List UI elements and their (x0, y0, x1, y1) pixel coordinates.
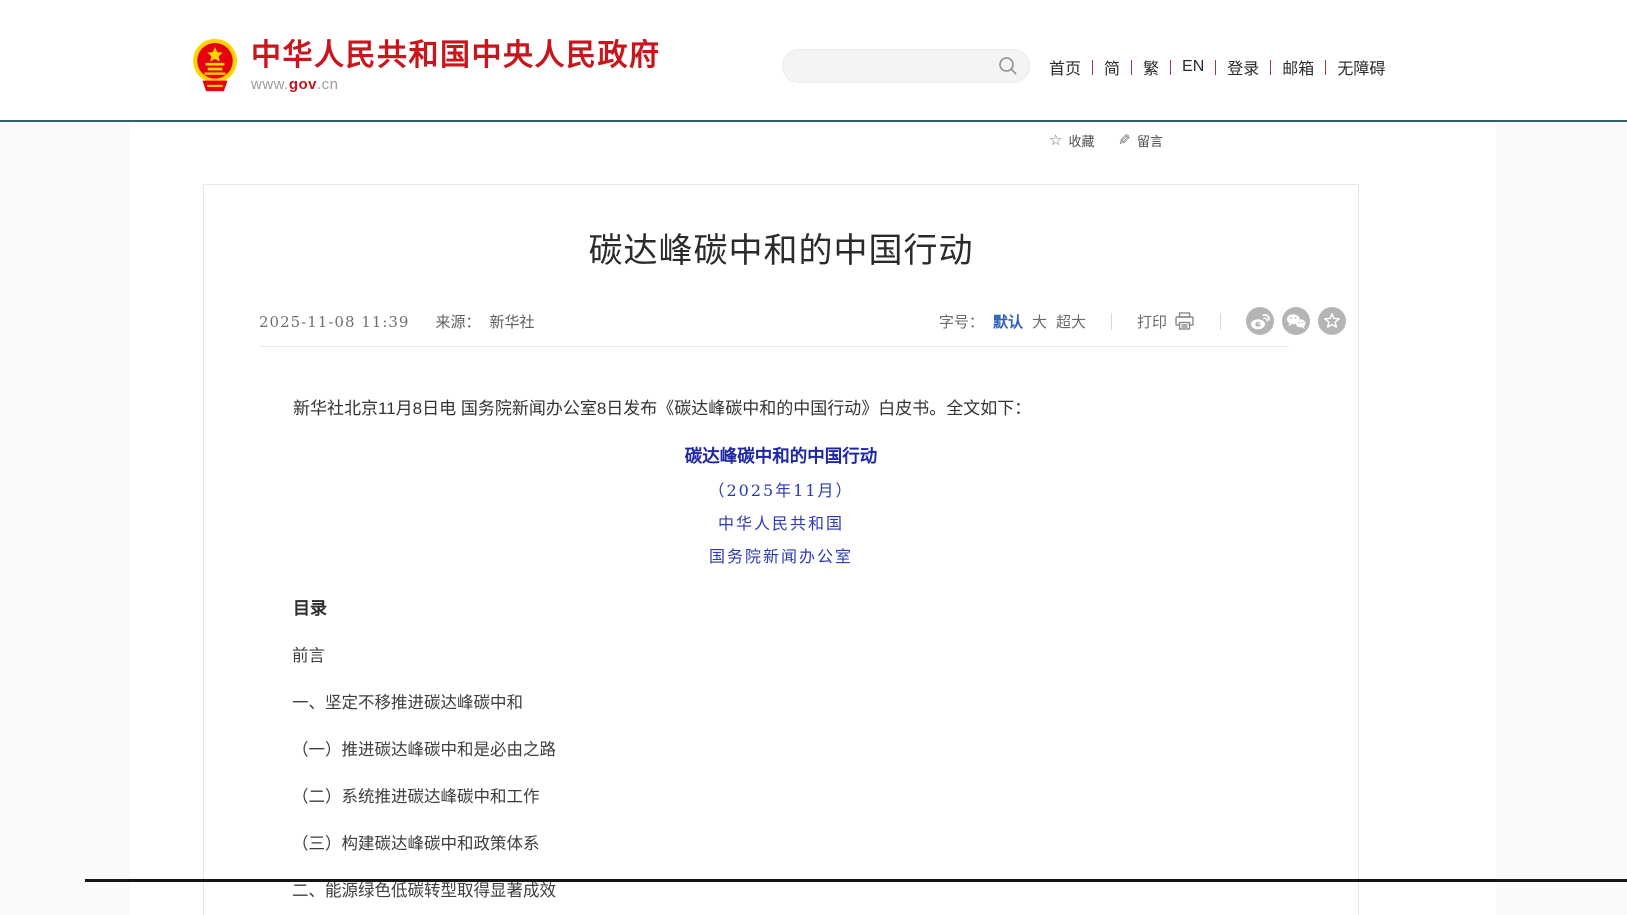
document-country-line: 中华人民共和国 (259, 510, 1303, 534)
article-meta-row: 2025-11-08 11:39 来源： 新华社 字号： 默认 大 超大 打印 (259, 307, 1346, 335)
font-size-label: 字号： (939, 311, 984, 332)
favorite-label: 收藏 (1068, 131, 1094, 150)
top-nav: 首页 简 繁 EN 登录 邮箱 无障碍 (1038, 54, 1396, 80)
site-header: 中华人民共和国中央人民政府 www.gov.cn 首页 简 繁 EN 登录 邮箱 (0, 0, 1627, 121)
source-label: 来源： (435, 313, 480, 331)
publish-date: 2025-11-08 11:39 (259, 313, 409, 331)
source: 来源： 新华社 (435, 311, 534, 332)
article-meta-right: 字号： 默认 大 超大 打印 (939, 307, 1346, 335)
url-cn: .cn (317, 76, 339, 93)
page-left-margin (0, 123, 130, 915)
brand-text: 中华人民共和国中央人民政府 www.gov.cn (251, 39, 661, 93)
star-icon: ☆ (1049, 133, 1062, 148)
source-value[interactable]: 新华社 (490, 313, 535, 331)
pencil-icon: ✎ (1118, 133, 1131, 148)
nav-home[interactable]: 首页 (1038, 55, 1092, 79)
nav-login[interactable]: 登录 (1216, 55, 1270, 79)
search-input[interactable] (783, 50, 1029, 82)
toc-item: （三）构建碳达峰碳中和政策体系 (259, 830, 1303, 854)
nav-traditional[interactable]: 繁 (1132, 55, 1170, 79)
article-title: 碳达峰碳中和的中国行动 (259, 223, 1303, 272)
site-title: 中华人民共和国中央人民政府 (251, 39, 661, 72)
toc-item: 前言 (259, 642, 1303, 666)
document-date-line: （2025年11月） (259, 477, 1303, 501)
url-gov: gov (289, 76, 317, 93)
search-icon[interactable] (998, 56, 1018, 76)
message-label: 留言 (1137, 131, 1163, 150)
toc-heading: 目录 (259, 594, 1303, 619)
url-www: www. (251, 76, 289, 93)
favorite-button[interactable]: ☆ 收藏 (1049, 131, 1094, 150)
font-size-large[interactable]: 大 (1032, 311, 1047, 332)
print-button[interactable]: 打印 (1137, 311, 1195, 332)
header-divider (0, 120, 1627, 122)
nav-accessibility[interactable]: 无障碍 (1326, 55, 1396, 79)
toc-item: （二）系统推进碳达峰碳中和工作 (259, 783, 1303, 807)
print-label: 打印 (1137, 311, 1167, 332)
document-office-line: 国务院新闻办公室 (259, 543, 1303, 567)
meta-separator (1111, 313, 1112, 330)
lead-paragraph: 新华社北京11月8日电 国务院新闻办公室8日发布《碳达峰碳中和的中国行动》白皮书… (259, 395, 1303, 423)
meta-divider (259, 346, 1289, 347)
site-url: www.gov.cn (251, 76, 661, 93)
message-button[interactable]: ✎ 留言 (1118, 131, 1163, 150)
printer-icon (1174, 312, 1195, 331)
wechat-share-icon[interactable] (1282, 307, 1310, 335)
nav-mail[interactable]: 邮箱 (1271, 55, 1325, 79)
star-share-icon[interactable] (1318, 307, 1346, 335)
toc-item: 一、坚定不移推进碳达峰碳中和 (259, 689, 1303, 713)
toc-item: （一）推进碳达峰碳中和是必由之路 (259, 736, 1303, 760)
font-size-xlarge[interactable]: 超大 (1056, 311, 1086, 332)
weibo-share-icon[interactable] (1246, 307, 1274, 335)
meta-separator (1220, 313, 1221, 330)
search-box (782, 49, 1030, 83)
article-body: 新华社北京11月8日电 国务院新闻办公室8日发布《碳达峰碳中和的中国行动》白皮书… (204, 395, 1358, 915)
article-meta-left: 2025-11-08 11:39 来源： 新华社 (259, 311, 535, 332)
page-right-margin (1496, 123, 1627, 915)
nav-simplified[interactable]: 简 (1093, 55, 1131, 79)
site-logo[interactable]: 中华人民共和国中央人民政府 www.gov.cn (192, 38, 661, 94)
share-icons (1246, 307, 1346, 335)
national-emblem-icon (192, 38, 238, 94)
nav-english[interactable]: EN (1171, 58, 1215, 76)
page: 中华人民共和国中央人民政府 www.gov.cn 首页 简 繁 EN 登录 邮箱 (0, 0, 1627, 915)
quick-actions: ☆ 收藏 ✎ 留言 (1049, 131, 1163, 150)
font-size-default[interactable]: 默认 (993, 311, 1023, 332)
viewport-bottom-edge (85, 879, 1627, 882)
document-title: 碳达峰碳中和的中国行动 (259, 443, 1303, 468)
article-container: 碳达峰碳中和的中国行动 2025-11-08 11:39 来源： 新华社 字号： … (203, 184, 1359, 915)
